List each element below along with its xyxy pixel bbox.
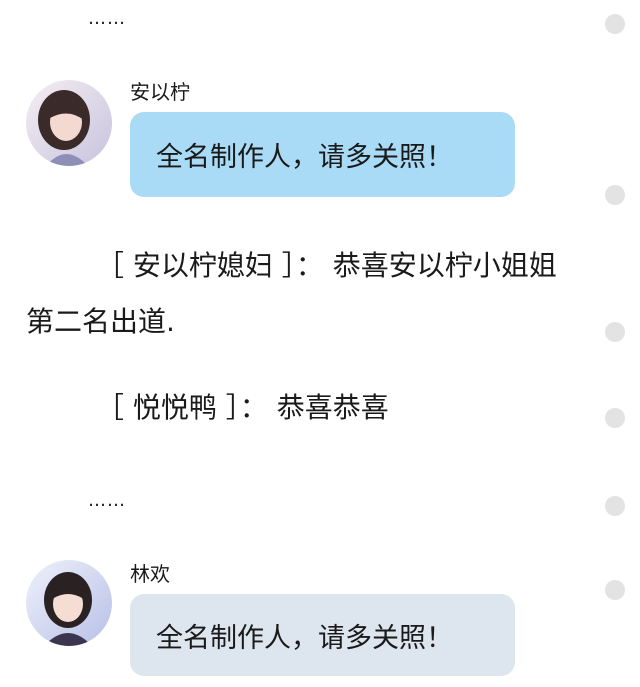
side-dot: [605, 185, 625, 205]
message-bubble[interactable]: 全名制作人，请多关照！: [130, 112, 515, 197]
ellipsis-top: ……: [88, 8, 126, 29]
comment-line: ［ 安以柠媳妇 ］： 恭喜安以柠小姐姐: [96, 249, 557, 282]
side-dot: [605, 14, 625, 34]
message-text: 全名制作人，请多关照！: [156, 142, 453, 173]
comment-line: ［ 悦悦鸭 ］： 恭喜恭喜: [96, 391, 389, 424]
side-dot: [605, 408, 625, 428]
sender-name: 安以柠: [130, 80, 190, 104]
sender-avatar-an-yining[interactable]: [26, 80, 112, 166]
ellipsis-bottom: ……: [88, 490, 126, 511]
sender-name: 林欢: [130, 562, 170, 586]
sender-avatar-lin-huan[interactable]: [26, 560, 112, 646]
message-text: 全名制作人，请多关照！: [156, 622, 453, 654]
avatar-photo-icon: [26, 560, 112, 646]
side-dot: [605, 496, 625, 516]
side-dot: [605, 322, 625, 342]
comment-line-continued: 第二名出道.: [26, 305, 175, 338]
side-dot: [605, 580, 625, 600]
message-bubble[interactable]: 全名制作人，请多关照！: [130, 594, 515, 676]
avatar-photo-icon: [26, 80, 112, 166]
